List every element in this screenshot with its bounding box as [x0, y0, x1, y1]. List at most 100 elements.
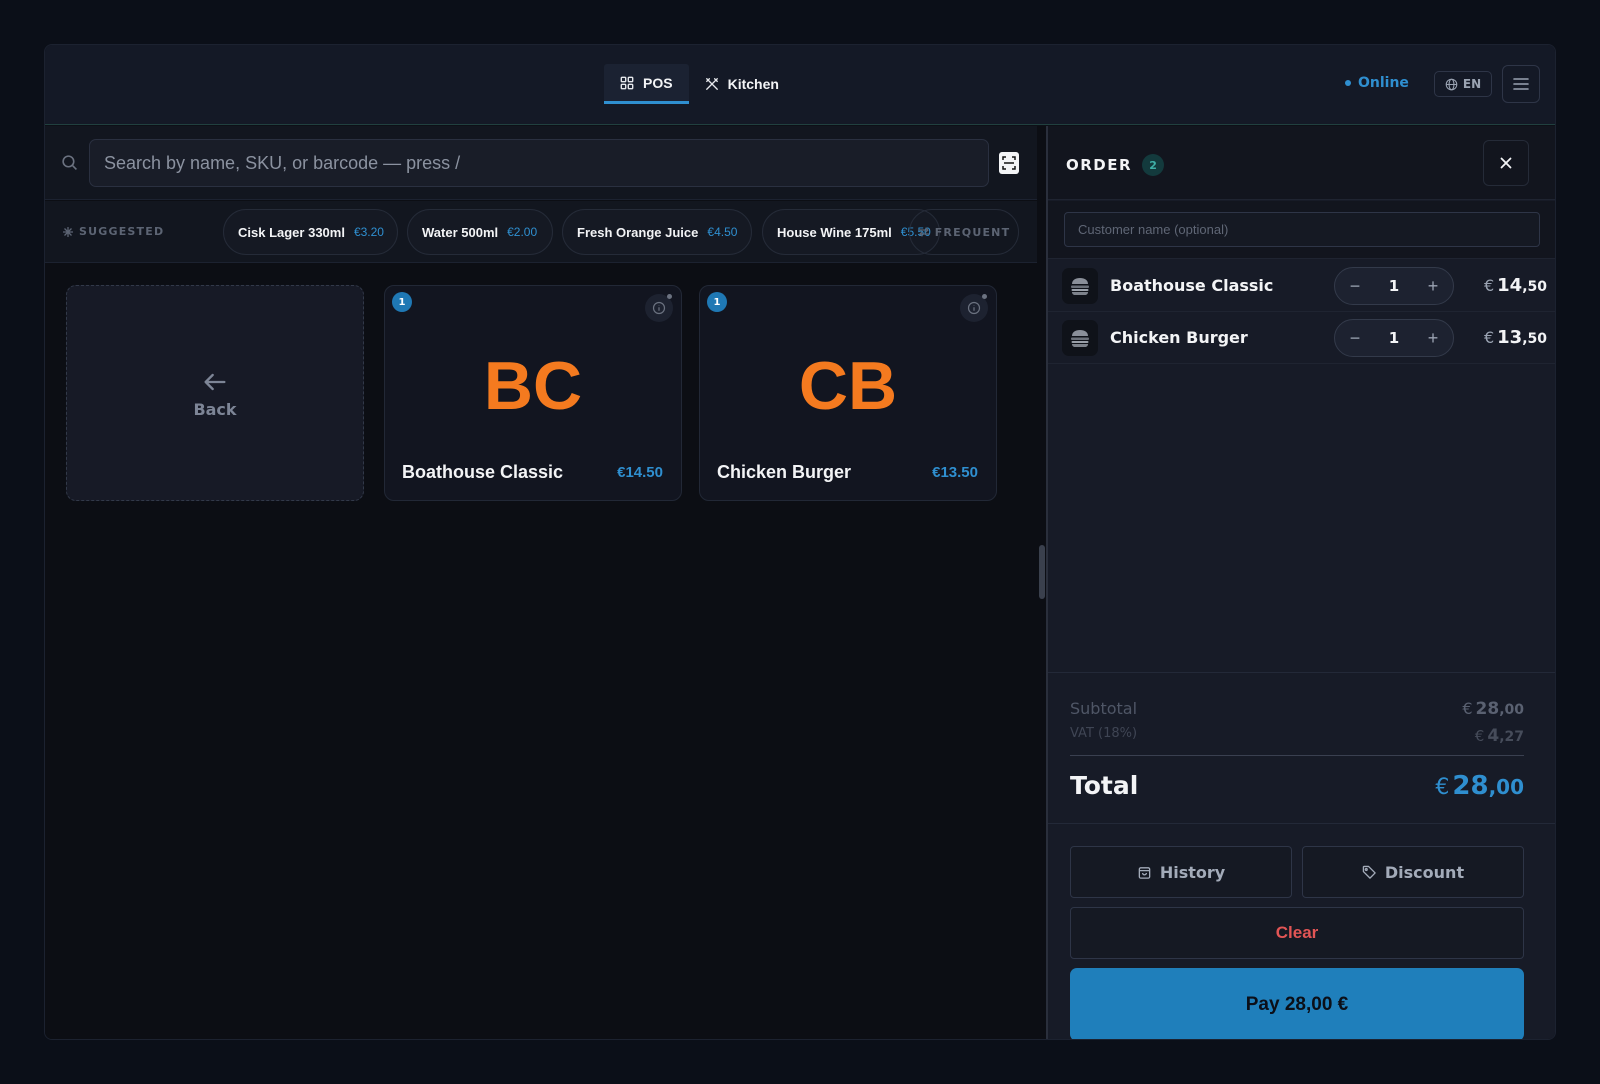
barcode-scan-button[interactable]	[999, 152, 1019, 174]
tag-icon	[1362, 865, 1376, 879]
product-price: €13.50	[932, 464, 978, 481]
vat-decimals: ,27	[1499, 729, 1524, 745]
suggested-chip[interactable]: Cisk Lager 330ml €3.20	[223, 209, 398, 255]
currency-symbol: €	[1462, 699, 1473, 718]
total-label: Total	[1070, 771, 1139, 800]
currency-symbol: €	[1483, 328, 1495, 347]
order-panel: ORDER 2 Boathouse Classic − 1 + €14,50	[1048, 126, 1555, 1039]
language-button[interactable]: EN	[1434, 71, 1492, 97]
utensils-icon	[705, 78, 718, 90]
cart-qty-badge: 1	[392, 292, 412, 312]
chip-price: €2.00	[507, 225, 538, 239]
subtotal-integer: 28	[1475, 699, 1500, 719]
currency-symbol: €	[1483, 276, 1495, 295]
quantity-stepper: − 1 +	[1334, 319, 1454, 357]
product-initials: BC	[483, 348, 583, 424]
increase-qty-button[interactable]: +	[1425, 328, 1441, 349]
search-bar	[45, 126, 1037, 200]
order-line: Boathouse Classic − 1 + €14,50	[1048, 260, 1555, 312]
decrease-qty-button[interactable]: −	[1347, 276, 1363, 297]
globe-icon	[1445, 78, 1458, 90]
total-integer: 28	[1452, 771, 1489, 801]
burger-icon	[1062, 268, 1098, 304]
pay-label: Pay 28,00 €	[1245, 993, 1349, 1015]
suggested-chip[interactable]: Fresh Orange Juice €4.50	[562, 209, 752, 255]
order-header: ORDER 2	[1048, 126, 1555, 200]
bag-icon	[1138, 866, 1151, 879]
suggested-label: SUGGESTED	[62, 225, 164, 238]
suggested-chip[interactable]: Water 500ml €2.00	[407, 209, 553, 255]
line-total: €14,50	[1484, 275, 1547, 296]
order-line: Chicken Burger − 1 + €13,50	[1048, 312, 1555, 364]
info-icon	[967, 301, 981, 315]
total-decimals: ,00	[1488, 775, 1524, 799]
frequent-label: FREQUENT	[934, 225, 1011, 239]
arrow-left-icon	[204, 373, 226, 390]
order-item-name: Boathouse Classic	[1110, 276, 1274, 295]
search-input[interactable]	[89, 139, 989, 187]
scan-icon	[1002, 156, 1016, 170]
product-card[interactable]: 1 CB Chicken Burger €13.50	[699, 285, 997, 501]
discount-button[interactable]: Discount	[1302, 846, 1524, 898]
total-row: Total €28,00	[1070, 771, 1524, 801]
chip-price: €4.50	[707, 225, 738, 239]
status-dot-icon	[982, 294, 987, 299]
currency-symbol: €	[1435, 775, 1450, 800]
tab-kitchen[interactable]: Kitchen	[689, 64, 795, 104]
status-label: Online	[1358, 75, 1409, 91]
status-dot-icon	[1345, 80, 1351, 86]
product-price: €14.50	[617, 464, 663, 481]
grid-icon	[620, 76, 634, 89]
scrollbar-thumb[interactable]	[1039, 545, 1045, 599]
back-label: Back	[193, 399, 237, 419]
subtotal-label: Subtotal	[1070, 699, 1138, 718]
tab-pos[interactable]: POS	[604, 64, 689, 104]
increase-qty-button[interactable]: +	[1425, 276, 1441, 297]
quantity-stepper: − 1 +	[1334, 267, 1454, 305]
decrease-qty-button[interactable]: −	[1347, 328, 1363, 349]
menu-button[interactable]	[1502, 65, 1540, 103]
subtotal-value: €28,00	[1462, 699, 1524, 719]
connection-status: Online	[1345, 75, 1409, 91]
status-dot-icon	[667, 294, 672, 299]
pay-button[interactable]: Pay 28,00 €	[1070, 968, 1524, 1039]
chip-name: Water 500ml	[422, 224, 499, 240]
product-name: Boathouse Classic	[402, 462, 564, 482]
order-title: ORDER 2	[1066, 154, 1165, 176]
price-decimals: ,50	[1522, 279, 1547, 295]
customer-name-input[interactable]	[1064, 212, 1540, 247]
burger-thumbnail-icon	[1071, 330, 1089, 347]
quantity-value: 1	[1388, 277, 1400, 295]
discount-label: Discount	[1384, 862, 1465, 882]
customer-row	[1048, 201, 1555, 259]
burger-icon	[1062, 320, 1098, 356]
product-card[interactable]: 1 BC Boathouse Classic €14.50	[384, 285, 682, 501]
chip-name: Fresh Orange Juice	[577, 224, 699, 240]
vat-row: VAT (18%) €4,27	[1070, 726, 1524, 746]
price-decimals: ,50	[1522, 331, 1547, 347]
vat-integer: 4	[1487, 726, 1500, 746]
swap-icon	[918, 227, 930, 237]
burger-thumbnail-icon	[1071, 278, 1089, 295]
tab-pos-label: POS	[643, 74, 673, 91]
info-icon	[652, 301, 666, 315]
search-icon	[62, 155, 77, 170]
product-initials: CB	[798, 348, 898, 424]
top-bar: POS Kitchen Online EN	[45, 45, 1555, 125]
product-name: Chicken Burger	[717, 462, 852, 482]
currency-symbol: €	[1474, 727, 1485, 745]
vat-value: €4,27	[1475, 726, 1524, 746]
history-button[interactable]: History	[1070, 846, 1292, 898]
total-value: €28,00	[1435, 771, 1524, 801]
frequent-toggle[interactable]: FREQUENT	[909, 209, 1019, 255]
order-count-badge: 2	[1142, 154, 1165, 176]
mode-tabs: POS Kitchen	[604, 64, 795, 104]
clear-button[interactable]: Clear	[1070, 907, 1524, 959]
language-label: EN	[1462, 77, 1482, 91]
close-order-button[interactable]	[1483, 140, 1529, 186]
back-button[interactable]: Back	[66, 285, 364, 501]
cart-qty-badge: 1	[707, 292, 727, 312]
subtotal-decimals: ,00	[1499, 702, 1524, 718]
subtotal-row: Subtotal €28,00	[1070, 699, 1524, 719]
chip-price: €3.20	[353, 225, 384, 239]
